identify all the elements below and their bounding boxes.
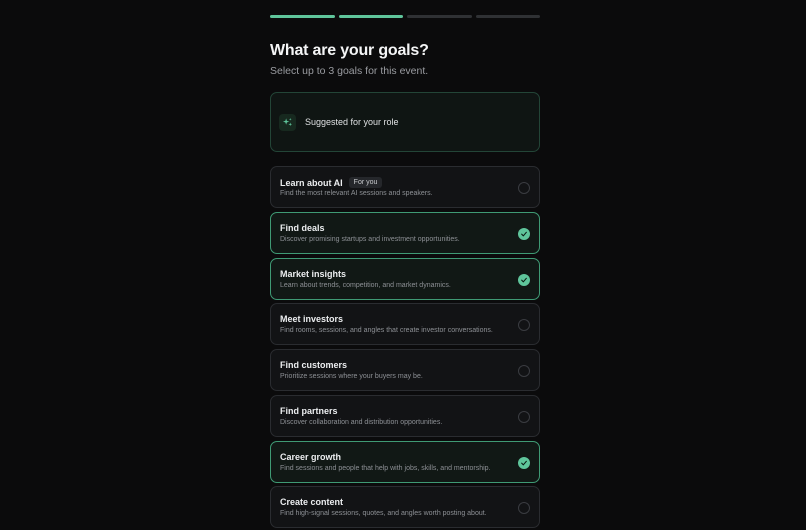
goal-description: Discover collaboration and distribution … (280, 418, 443, 426)
goal-option[interactable]: Find deals Discover promising startups an… (270, 211, 540, 254)
goal-title: Learn about AI For you (280, 177, 383, 188)
goal-title-text: Find customers (280, 360, 348, 370)
progress-segment (338, 15, 403, 18)
goal-title: Find partners (280, 406, 338, 416)
goal-title: Find customers (280, 360, 347, 370)
checkmark-icon[interactable] (518, 456, 530, 469)
goal-option[interactable]: Learn about AI For you Find the most relev… (270, 166, 540, 208)
suggested-label: Suggested for your role (305, 117, 399, 127)
goal-title-text: Learn about AI (280, 177, 343, 188)
goal-description: Learn about trends, competition, and mar… (280, 281, 451, 289)
goal-description: Find high-signal sessions, quotes, and a… (280, 510, 487, 518)
progress-segment (270, 15, 335, 18)
goal-option[interactable]: Find customers Prioritize sessions where … (270, 349, 540, 391)
page-subtitle: Select up to 3 goals for this event. (270, 65, 429, 77)
progress-bar (270, 15, 540, 18)
goal-description: Discover promising startups and investme… (280, 235, 460, 243)
goal-title: Create content (280, 497, 343, 507)
empty-radio-icon[interactable] (518, 182, 530, 194)
goal-title: Find deals (280, 223, 325, 233)
goal-option[interactable]: Career growth Find sessions and people th… (270, 440, 540, 483)
goal-description: Find rooms, sessions, and angles that cr… (280, 327, 493, 335)
goal-title: Market insights (280, 269, 346, 279)
empty-radio-icon[interactable] (518, 365, 530, 377)
goal-title: Meet investors (280, 314, 343, 324)
progress-segment (407, 15, 472, 18)
page-title: What are your goals? (270, 42, 429, 59)
goal-title: Career growth (280, 452, 341, 462)
empty-radio-icon[interactable] (518, 319, 530, 332)
goal-option[interactable]: Find partners Discover collaboration and … (270, 394, 540, 437)
goal-title-text: Find deals (280, 222, 325, 233)
for-you-badge: For you (348, 177, 383, 188)
goal-title-text: Market insights (280, 268, 347, 279)
goal-description: Prioritize sessions where your buyers ma… (280, 373, 423, 380)
empty-radio-icon[interactable] (518, 410, 530, 423)
progress-segment (475, 15, 540, 18)
goal-title-text: Meet investors (280, 314, 344, 325)
goal-option[interactable]: Market insights Learn about trends, compe… (270, 257, 540, 300)
goal-title-text: Find partners (280, 405, 338, 416)
sparkle-icon (279, 113, 296, 131)
goal-description: Find the most relevant AI sessions and s… (280, 190, 433, 197)
goal-option[interactable]: Create content Find high-signal sessions,… (270, 486, 540, 529)
empty-radio-icon[interactable] (518, 502, 530, 515)
goal-title-text: Create content (280, 497, 344, 508)
goal-title-text: Career growth (280, 451, 342, 462)
checkmark-icon[interactable] (518, 227, 530, 240)
checkmark-icon[interactable] (518, 273, 530, 286)
suggested-for-role-panel[interactable]: Suggested for your role (270, 92, 540, 152)
goal-description: Find sessions and people that help with … (280, 464, 491, 472)
goal-option[interactable]: Meet investors Find rooms, sessions, and … (270, 303, 540, 346)
